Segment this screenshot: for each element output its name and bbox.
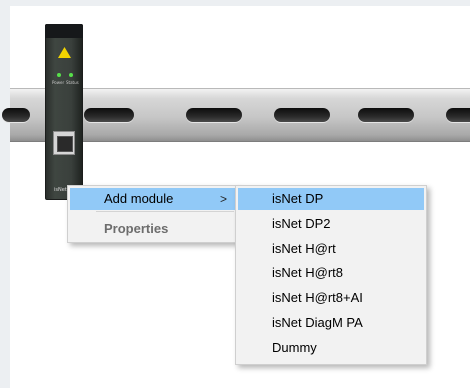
menu-item-properties[interactable]: Properties xyxy=(70,218,235,240)
gateway-module[interactable]: Power Status isNet Lite xyxy=(45,24,83,200)
rail-slot xyxy=(2,108,30,122)
submenu-item-isnet-dp[interactable]: isNet DP xyxy=(238,188,424,210)
context-menu: Add module > Properties xyxy=(67,185,238,243)
submenu-item-label: isNet DP2 xyxy=(272,216,331,231)
rail-slot xyxy=(274,108,330,122)
rail-slot xyxy=(84,108,134,122)
submenu-item-label: isNet DiagM PA xyxy=(272,315,363,330)
ethernet-port-icon xyxy=(53,131,75,155)
menu-item-label: Add module xyxy=(104,191,174,206)
warning-logo-icon xyxy=(58,47,71,58)
submenu-item-label: isNet H@rt8 xyxy=(272,265,343,280)
power-led-label: Power xyxy=(52,80,65,85)
submenu-item-label: isNet H@rt8+AI xyxy=(272,290,363,305)
submenu-item-label: isNet H@rt xyxy=(272,241,336,256)
submenu-item-dummy[interactable]: Dummy xyxy=(238,337,424,359)
submenu-item-isnet-diagm-pa[interactable]: isNet DiagM PA xyxy=(238,312,424,334)
status-led-label: Status xyxy=(66,80,79,85)
submenu-item-label: isNet DP xyxy=(272,191,324,206)
submenu-item-isnet-hart8[interactable]: isNet H@rt8 xyxy=(238,262,424,284)
module-top-cap xyxy=(45,24,83,38)
submenu-item-isnet-hart[interactable]: isNet H@rt xyxy=(238,238,424,260)
chevron-right-icon: > xyxy=(220,192,228,206)
submenu-item-isnet-hart8-ai[interactable]: isNet H@rt8+AI xyxy=(238,287,424,309)
rail-slot xyxy=(186,108,242,122)
menu-item-add-module[interactable]: Add module > xyxy=(70,188,235,210)
menu-separator xyxy=(96,211,234,212)
submenu-item-label: Dummy xyxy=(272,340,317,355)
submenu-item-isnet-dp2[interactable]: isNet DP2 xyxy=(238,213,424,235)
power-led-icon xyxy=(57,73,61,77)
rail-slot xyxy=(358,108,414,122)
add-module-submenu: isNet DP isNet DP2 isNet H@rt isNet H@rt… xyxy=(235,185,427,365)
rail-slot xyxy=(446,108,470,122)
menu-item-label: Properties xyxy=(104,221,169,236)
status-led-icon xyxy=(69,73,73,77)
